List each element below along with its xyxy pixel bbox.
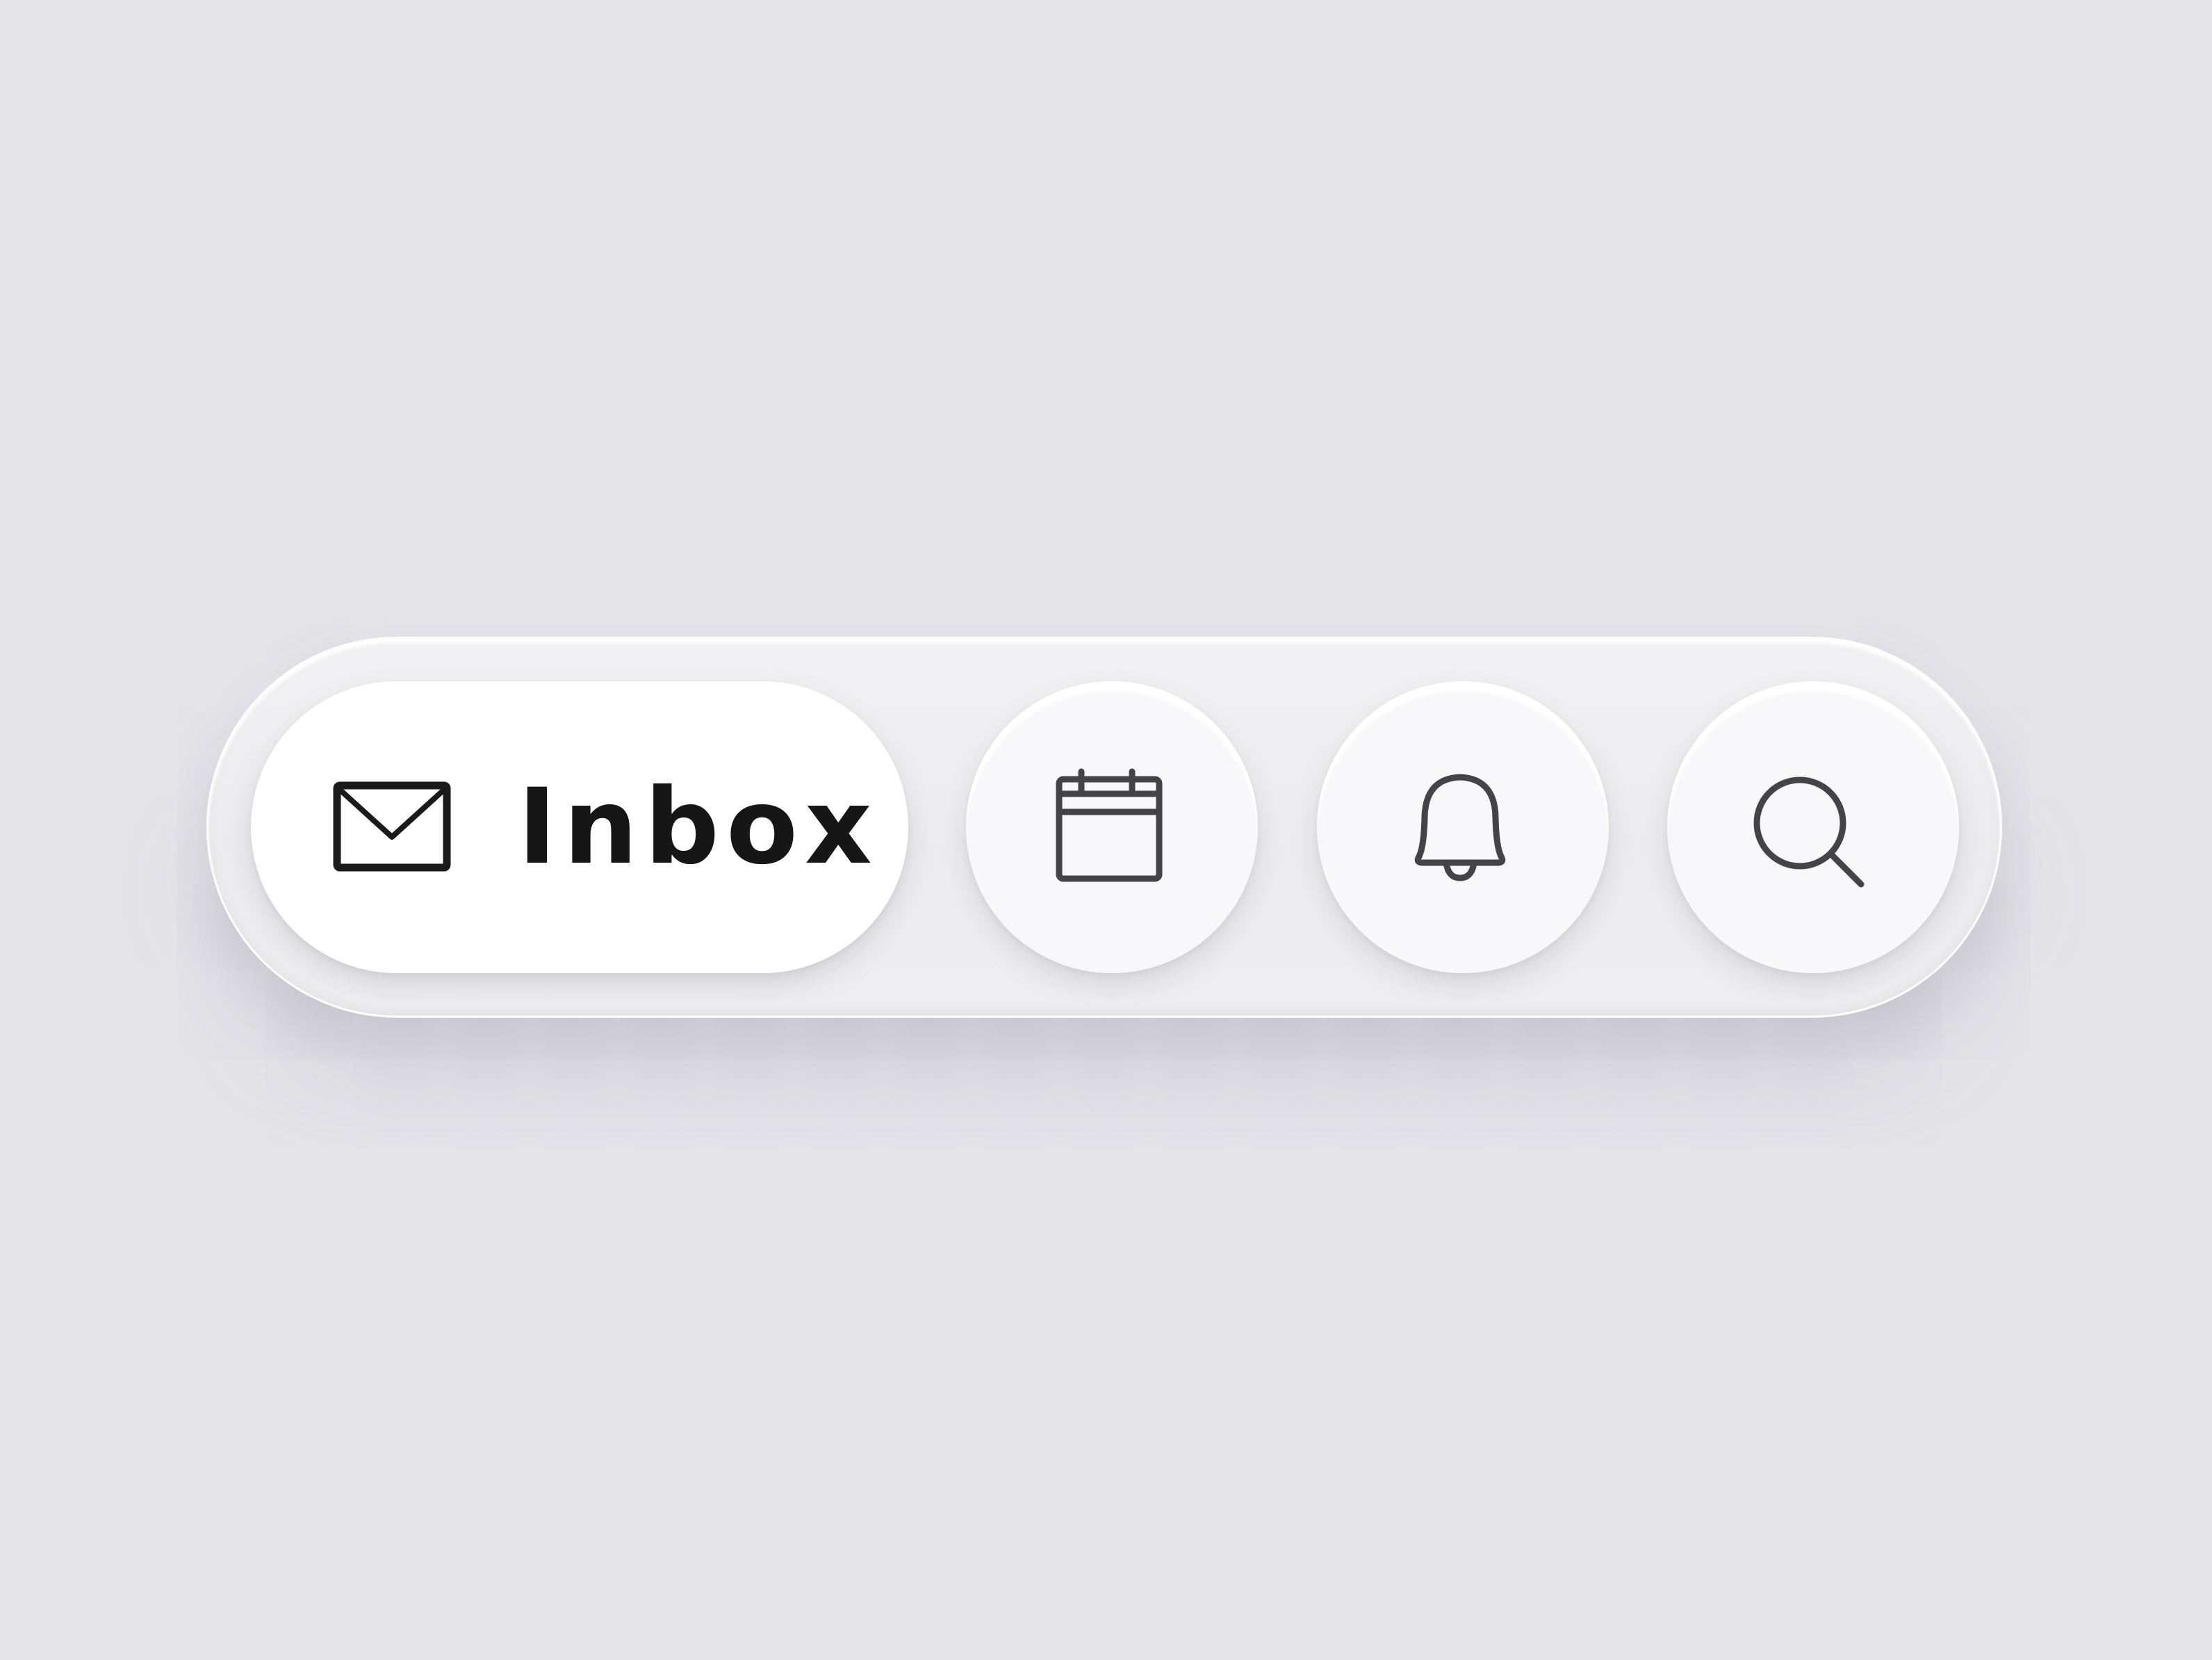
mail-icon [333,781,451,872]
calendar-icon [1056,768,1163,882]
inbox-button[interactable]: Inbox [251,681,908,973]
search-icon [1753,776,1865,888]
inbox-label: Inbox [518,767,879,888]
calendar-button[interactable] [966,681,1258,973]
bell-button[interactable] [1317,681,1609,973]
bell-icon [1414,774,1506,881]
search-button[interactable] [1667,681,1959,973]
